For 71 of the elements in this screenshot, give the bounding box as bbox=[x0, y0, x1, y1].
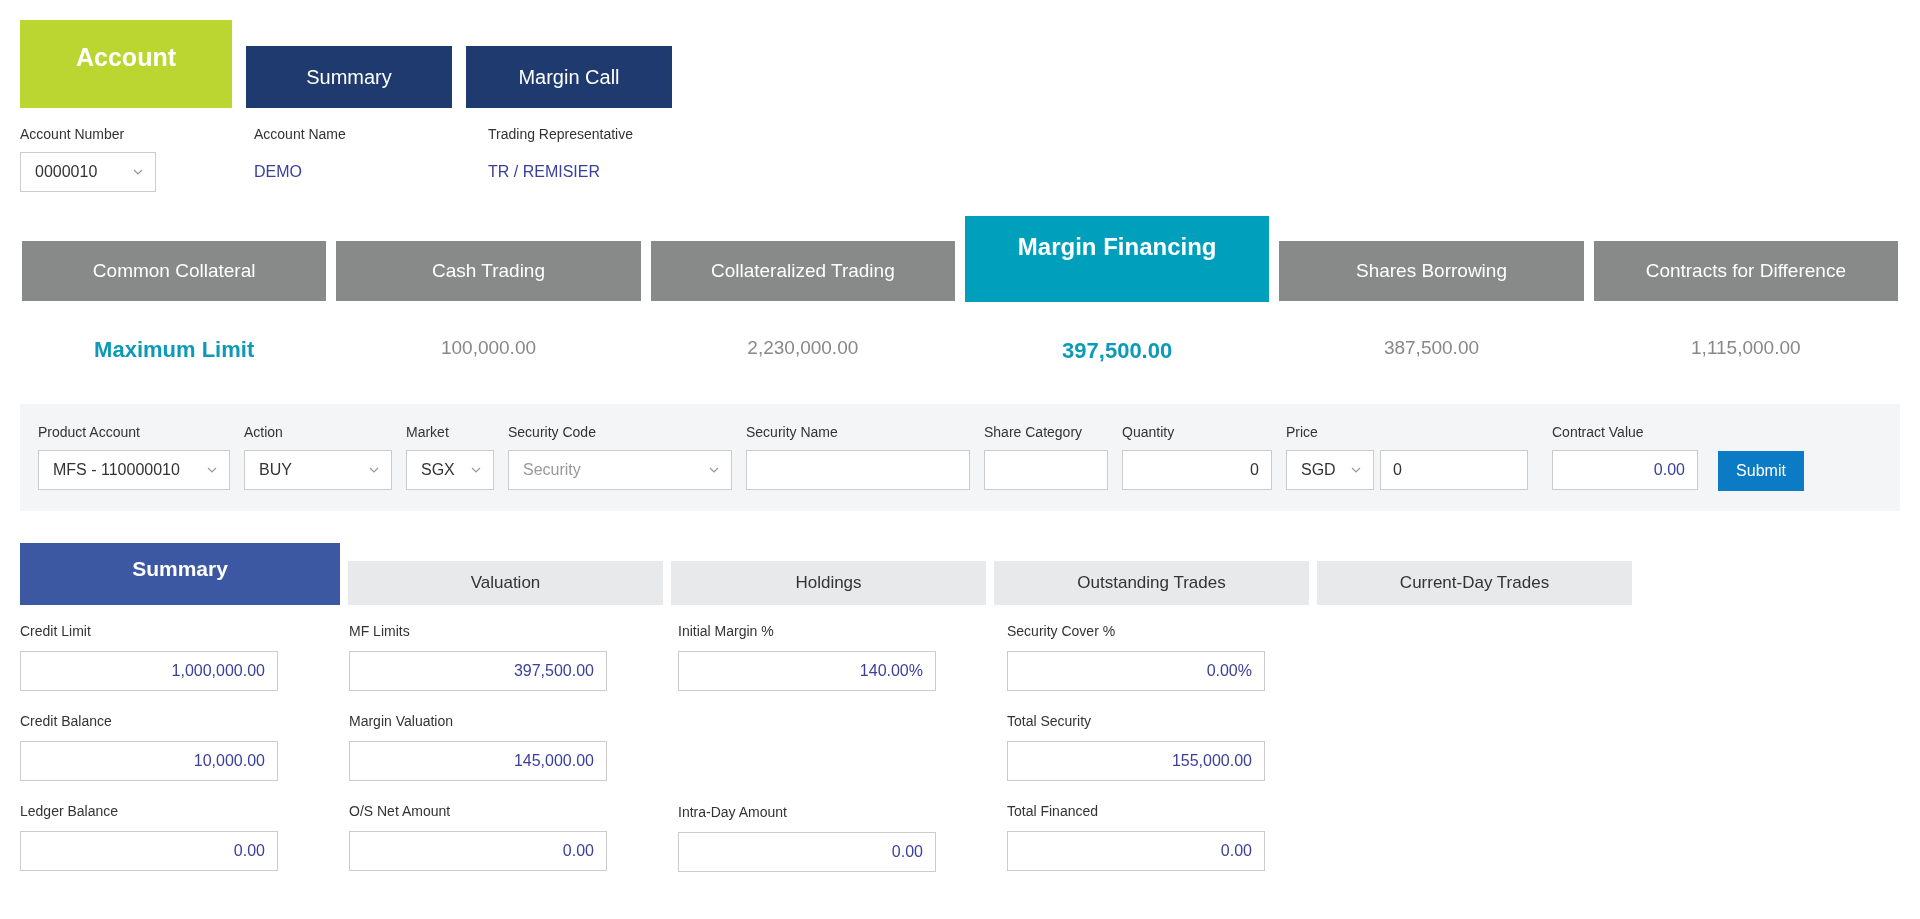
value-field[interactable]: 0.00 bbox=[20, 831, 278, 871]
account-value: DEMO bbox=[254, 162, 303, 182]
value-field[interactable]: 10,000.00 bbox=[20, 741, 278, 781]
limit-value: 1,115,000.00 bbox=[1691, 337, 1801, 359]
input-field[interactable]: 0 bbox=[1380, 450, 1528, 490]
field-label: Market bbox=[406, 424, 450, 440]
header-tab[interactable]: Margin Call bbox=[466, 46, 672, 108]
detail-tab[interactable]: Outstanding Trades bbox=[994, 561, 1309, 605]
chevron-down-icon bbox=[133, 169, 143, 175]
field-label: Price bbox=[1286, 424, 1319, 440]
field-label: MF Limits bbox=[349, 623, 411, 639]
limit-value: 387,500.00 bbox=[1383, 337, 1479, 359]
field-label: Security Code bbox=[508, 424, 597, 440]
field-label: Quantity bbox=[1122, 424, 1176, 440]
chevron-down-icon bbox=[709, 467, 719, 473]
field-label: Intra-Day Amount bbox=[678, 804, 788, 820]
field-label: Security Name bbox=[746, 424, 839, 440]
value-field[interactable]: 0.00 bbox=[1007, 831, 1265, 871]
account-value: TR / REMISIER bbox=[488, 162, 601, 182]
detail-tab[interactable]: Holdings bbox=[671, 561, 986, 605]
field-label: Trading Representative bbox=[488, 126, 634, 142]
field-label: O/S Net Amount bbox=[349, 803, 452, 819]
input-field[interactable] bbox=[746, 450, 970, 490]
value-field[interactable]: 155,000.00 bbox=[1007, 741, 1265, 781]
header-tab[interactable]: Summary bbox=[246, 46, 452, 108]
field-label: Total Security bbox=[1007, 713, 1093, 729]
value-field[interactable]: 1,000,000.00 bbox=[20, 651, 278, 691]
value-field[interactable]: 0.00 bbox=[678, 832, 936, 872]
product-tab[interactable]: Contracts for Difference bbox=[1593, 241, 1898, 301]
value-field[interactable]: 145,000.00 bbox=[349, 741, 607, 781]
product-tab[interactable]: Shares Borrowing bbox=[1279, 241, 1584, 301]
detail-tab[interactable]: Summary bbox=[20, 543, 340, 605]
limit-heading: Maximum Limit bbox=[94, 337, 255, 363]
limit-value: 397,500.00 bbox=[1062, 338, 1173, 364]
product-tab[interactable]: Collateralized Trading bbox=[650, 241, 955, 301]
value-field[interactable]: 0.00% bbox=[1007, 651, 1265, 691]
chevron-down-icon bbox=[471, 467, 481, 473]
limit-value: 100,000.00 bbox=[440, 337, 537, 359]
field-label: Total Financed bbox=[1007, 803, 1100, 819]
field-label: Security Cover % bbox=[1007, 623, 1117, 639]
field-label: Account Number bbox=[20, 126, 126, 142]
input-field[interactable]: 0.00 bbox=[1552, 450, 1698, 490]
chevron-down-icon bbox=[369, 467, 379, 473]
value-field[interactable]: 0.00 bbox=[349, 831, 607, 871]
field-label: Initial Margin % bbox=[678, 623, 775, 639]
field-label: Account Name bbox=[254, 126, 347, 142]
limit-value: 2,230,000.00 bbox=[747, 337, 859, 359]
product-tab[interactable]: Cash Trading bbox=[336, 241, 641, 301]
submit-button[interactable]: Submit bbox=[1718, 451, 1804, 491]
chevron-down-icon bbox=[207, 467, 217, 473]
field-label: Share Category bbox=[984, 424, 1084, 440]
value-field[interactable]: 140.00% bbox=[678, 651, 936, 691]
chevron-down-icon bbox=[1351, 467, 1361, 473]
input-field[interactable] bbox=[984, 450, 1108, 490]
dropdown-field[interactable]: SGX bbox=[406, 450, 494, 490]
field-label: Product Account bbox=[38, 424, 141, 440]
value-field[interactable]: 397,500.00 bbox=[349, 651, 607, 691]
field-label: Ledger Balance bbox=[20, 803, 120, 819]
field-label: Margin Valuation bbox=[349, 713, 455, 729]
field-label: Action bbox=[244, 424, 284, 440]
detail-tab[interactable]: Current-Day Trades bbox=[1317, 561, 1632, 605]
field-label: Contract Value bbox=[1552, 424, 1645, 440]
field-label: Credit Limit bbox=[20, 623, 92, 639]
input-field[interactable]: 0 bbox=[1122, 450, 1272, 490]
account-number-select[interactable]: 0000010 bbox=[20, 152, 156, 192]
field-label: Credit Balance bbox=[20, 713, 113, 729]
dropdown-field[interactable]: BUY bbox=[244, 450, 392, 490]
dropdown-field[interactable]: MFS - 110000010 bbox=[38, 450, 230, 490]
dropdown-field[interactable]: SGD bbox=[1286, 450, 1374, 490]
detail-tab[interactable]: Valuation bbox=[348, 561, 663, 605]
product-tab[interactable]: Common Collateral bbox=[22, 241, 327, 301]
